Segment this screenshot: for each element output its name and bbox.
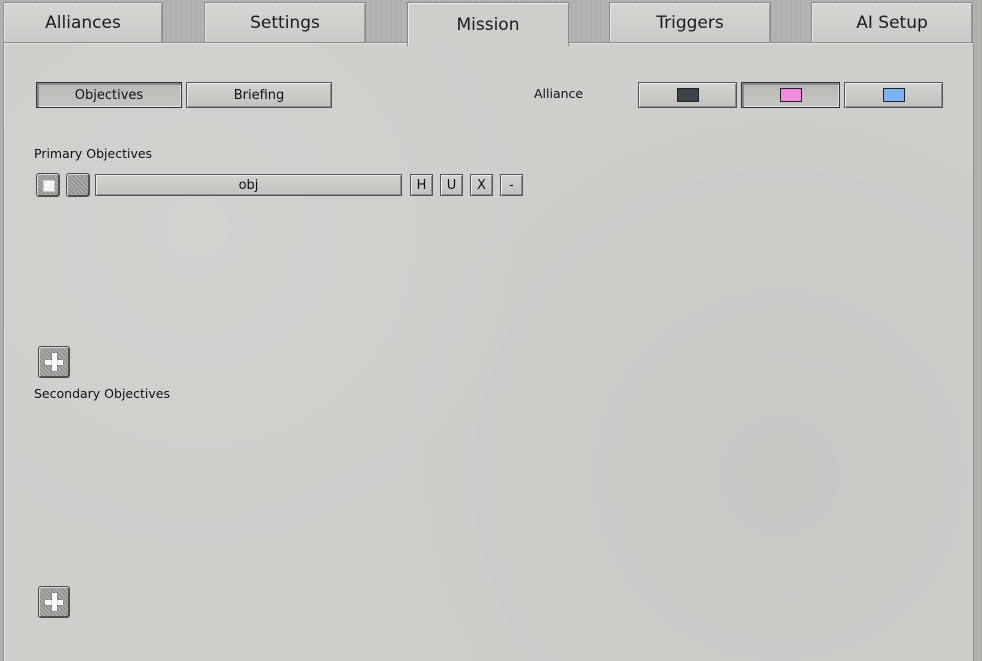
tab-mission[interactable]: Mission (407, 2, 569, 46)
objective-checkbox[interactable] (36, 173, 60, 197)
primary-objectives-heading: Primary Objectives (34, 146, 153, 161)
alliance-color-swatch (676, 88, 699, 102)
add-secondary-objective-button[interactable] (38, 586, 70, 618)
tab-alliances[interactable]: Alliances (3, 2, 163, 42)
alliance-option-blue[interactable] (844, 82, 943, 108)
alliance-label: Alliance (534, 86, 584, 101)
alliance-color-swatch (882, 88, 905, 102)
alliance-option-dark[interactable] (638, 82, 737, 108)
objective-x-button[interactable]: X (470, 174, 493, 196)
objective-u-button[interactable]: U (440, 174, 463, 196)
objective-remove-button[interactable]: - (500, 174, 523, 196)
secondary-objectives-heading: Secondary Objectives (34, 386, 170, 401)
mission-editor-window: Alliances Settings Mission Triggers AI S… (0, 0, 982, 661)
objective-pattern-button[interactable] (66, 173, 90, 197)
plus-icon (39, 587, 69, 617)
objective-name-field[interactable]: obj (95, 174, 402, 196)
checkbox-box-icon (43, 180, 55, 192)
alliance-color-swatch (779, 88, 802, 102)
tab-settings[interactable]: Settings (204, 2, 366, 42)
objectives-subtab-button[interactable]: Objectives (36, 82, 182, 108)
alliance-option-pink[interactable] (741, 82, 840, 108)
add-primary-objective-button[interactable] (38, 346, 70, 378)
mission-panel: Objectives Briefing Alliance Primary Obj… (3, 42, 974, 661)
objective-h-button[interactable]: H (410, 174, 433, 196)
tab-triggers[interactable]: Triggers (609, 2, 771, 42)
briefing-subtab-button[interactable]: Briefing (186, 82, 332, 108)
tab-ai-setup[interactable]: AI Setup (811, 2, 973, 42)
plus-icon (39, 347, 69, 377)
